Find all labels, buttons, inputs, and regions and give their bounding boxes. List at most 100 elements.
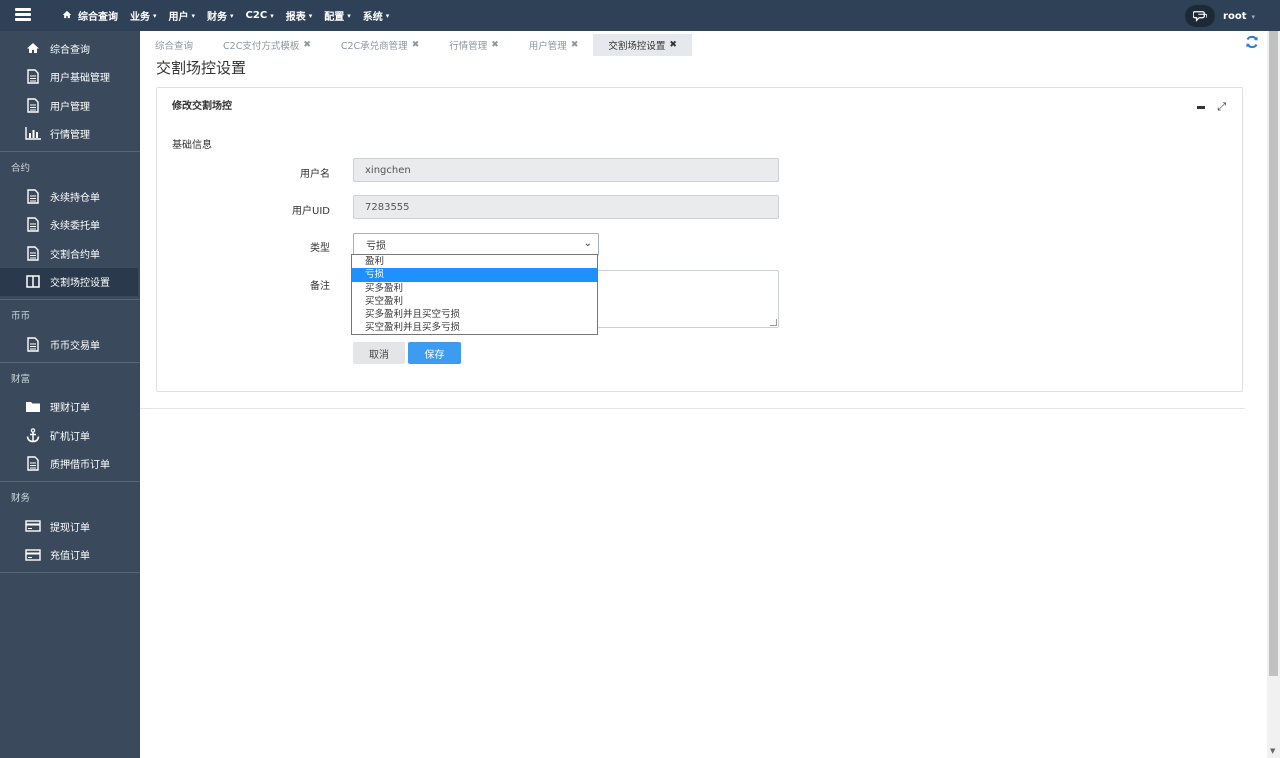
topnav-item[interactable]: 报表 ▾ [286, 8, 313, 24]
sidebar-item[interactable]: 理财订单 [0, 393, 140, 422]
sidebar-item-label: 综合查询 [50, 44, 90, 56]
topnav-item[interactable]: 配置 ▾ [324, 8, 351, 24]
tab[interactable]: C2C支付方式模板 ✖ [208, 34, 326, 56]
sidebar-item[interactable]: 用户管理 [0, 91, 140, 120]
sidebar-group-label: 财务 [0, 481, 140, 512]
cancel-button[interactable]: 取消 [353, 342, 405, 364]
chevron-down-icon: ▾ [270, 11, 274, 20]
edit-panel: 修改交割场控 ⤢ 基础信息 用户名 xingchen 用户UID 7283555… [156, 87, 1243, 392]
anchor-icon [24, 427, 42, 443]
document-icon [24, 245, 42, 261]
document-icon [24, 97, 42, 113]
chevron-down-icon: ▾ [191, 11, 196, 20]
sidebar-group-label: 币币 [0, 299, 140, 330]
topnav-label: 财务 [207, 12, 228, 23]
chat-icon[interactable] [1185, 5, 1216, 27]
topnav-label: 配置 [324, 12, 345, 23]
refresh-icon[interactable] [1245, 35, 1259, 49]
tab-label: 用户管理 [528, 41, 567, 52]
username-label: root [1223, 10, 1247, 22]
close-icon[interactable]: ✖ [303, 40, 311, 50]
close-icon[interactable]: ✖ [669, 40, 677, 50]
section-title: 基础信息 [172, 140, 212, 151]
tab[interactable]: 行情管理 ✖ [434, 34, 514, 56]
sidebar-item-label: 行情管理 [50, 130, 90, 142]
sidebar-item[interactable]: 充值订单 [0, 541, 140, 570]
type-label: 类型 [310, 243, 330, 254]
tab-label: C2C支付方式模板 [223, 41, 300, 52]
dropdown-option[interactable]: 买空盈利并且买多亏损 [352, 321, 597, 334]
topnav-item[interactable]: 业务 ▾ [130, 8, 157, 24]
sidebar-item[interactable]: 永续持仓单 [0, 182, 140, 211]
sidebar-item[interactable]: 质押借币订单 [0, 450, 140, 479]
top-nav-menu: 综合查询 业务 ▾ 用户 ▾ 财务 ▾ C2C ▾ 报表 ▾ 配置 ▾ 系统 ▾ [62, 0, 401, 31]
close-icon[interactable]: ✖ [491, 40, 499, 50]
collapse-icon[interactable] [1197, 105, 1206, 109]
home-icon [62, 10, 72, 22]
scrollbar-thumb[interactable] [1269, 31, 1278, 676]
sidebar-item[interactable]: 行情管理 [0, 120, 140, 149]
sidebar-item[interactable]: 矿机订单 [0, 421, 140, 450]
menu-toggle-icon[interactable] [15, 8, 31, 22]
sidebar-item-label: 永续委托单 [50, 221, 100, 233]
home-icon [24, 40, 42, 56]
sidebar-item-label: 交割合约单 [50, 249, 100, 261]
uid-value: 7283555 [365, 201, 410, 213]
remark-label: 备注 [310, 281, 330, 292]
tab[interactable]: 综合查询 [140, 34, 208, 56]
chevron-down-icon: ▾ [385, 11, 390, 20]
scroll-down-icon[interactable]: ▼ [1270, 747, 1275, 755]
username-label: 用户名 [300, 169, 330, 180]
tab-label: C2C承兑商管理 [340, 41, 408, 52]
sidebar-group-label: 合约 [0, 151, 140, 182]
resize-handle-icon[interactable] [770, 319, 777, 326]
user-menu[interactable]: root ▾ [1185, 5, 1255, 27]
dropdown-option[interactable]: 买空盈利 [352, 295, 597, 308]
topnav-item[interactable]: 系统 ▾ [362, 8, 390, 24]
tab[interactable]: 交割场控设置 ✖ [593, 34, 692, 56]
sidebar-item[interactable]: 提现订单 [0, 512, 140, 541]
sidebar-item-label: 永续持仓单 [50, 192, 100, 204]
sidebar-item[interactable]: 币币交易单 [0, 330, 140, 359]
topnav-label: 用户 [168, 12, 189, 23]
sidebar-group-label: 财富 [0, 361, 140, 393]
topnav-label: 综合查询 [78, 12, 118, 23]
sidebar-item[interactable]: 永续委托单 [0, 211, 140, 240]
sidebar-item-label: 矿机订单 [50, 431, 90, 443]
dropdown-option[interactable]: 买多盈利并且买空亏损 [352, 308, 597, 321]
topnav-label: 业务 [130, 12, 150, 23]
save-button[interactable]: 保存 [408, 342, 461, 364]
tab-label: 综合查询 [155, 41, 194, 52]
dropdown-option[interactable]: 盈利 [352, 255, 597, 268]
close-icon[interactable]: ✖ [571, 40, 579, 50]
scrollbar[interactable]: ▼ [1267, 31, 1280, 758]
username[interactable]: root ▾ [1223, 11, 1255, 22]
document-icon [24, 217, 42, 233]
topnav-item[interactable]: 用户 ▾ [168, 8, 196, 24]
dropdown-option[interactable]: 买多盈利 [352, 282, 597, 295]
divider [140, 408, 1245, 409]
sidebar-item[interactable]: 用户基础管理 [0, 63, 140, 92]
uid-label: 用户UID [292, 206, 330, 217]
topnav-item[interactable]: 财务 ▾ [207, 8, 234, 24]
topnav-label: 系统 [362, 12, 383, 23]
uid-field[interactable]: 7283555 [353, 195, 779, 219]
topnav-item[interactable]: C2C ▾ [246, 10, 274, 21]
chevron-down-icon: ▾ [1251, 12, 1255, 21]
sidebar-item[interactable]: 交割场控设置 [0, 267, 138, 296]
topnav-item[interactable]: 综合查询 [62, 8, 118, 23]
tab[interactable]: 用户管理 ✖ [514, 34, 594, 56]
tab[interactable]: C2C承兑商管理 ✖ [326, 34, 434, 56]
type-select[interactable]: 亏损 ⌄ [353, 233, 599, 256]
sidebar-item[interactable]: 交割合约单 [0, 239, 140, 268]
chevron-down-icon: ⌄ [583, 238, 592, 249]
sidebar-divider [0, 572, 140, 573]
expand-icon[interactable]: ⤢ [1217, 100, 1226, 114]
sidebar-item[interactable]: 综合查询 [0, 34, 140, 63]
close-icon[interactable]: ✖ [412, 40, 420, 50]
sidebar-item-label: 提现订单 [50, 522, 90, 534]
main-content: 综合查询 C2C支付方式模板 ✖ C2C承兑商管理 ✖ 行情管理 ✖ 用户管理 ✖ 交割场控设置 ✖… [140, 31, 1267, 758]
dropdown-option[interactable]: 亏损 [352, 268, 597, 282]
username-field[interactable]: xingchen [353, 158, 779, 182]
top-navbar: 综合查询 业务 ▾ 用户 ▾ 财务 ▾ C2C ▾ 报表 ▾ 配置 ▾ 系统 ▾ root ▾ [0, 0, 1280, 31]
